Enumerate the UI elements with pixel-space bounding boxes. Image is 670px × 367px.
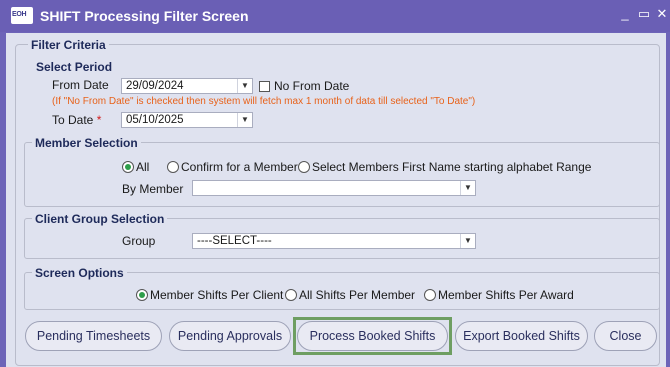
to-date-field[interactable]: 05/10/2025 ▼ [121, 112, 253, 128]
member-option-range-radio[interactable] [298, 161, 310, 173]
to-date-label-text: To Date [52, 113, 94, 127]
select-period-title: Select Period [36, 60, 113, 74]
logo-text: EOH [12, 11, 27, 18]
group-select[interactable]: ----SELECT---- ▼ [192, 233, 476, 249]
screen-option-award-label: Member Shifts Per Award [438, 288, 574, 302]
group-label: Group [122, 234, 156, 248]
by-member-select[interactable]: ▼ [192, 180, 476, 196]
group-value: ----SELECT---- [197, 235, 272, 247]
title-bar[interactable]: EOH SHIFT Processing Filter Screen _ ▭ ✕ [0, 0, 670, 32]
by-member-label: By Member [122, 182, 184, 196]
no-from-date-hint: (If "No From Date" is checked then syste… [52, 96, 476, 107]
required-marker: * [96, 113, 102, 127]
member-option-range-label: Select Members First Name starting alpha… [312, 160, 592, 174]
to-date-value: 05/10/2025 [126, 114, 184, 126]
screen-option-member-radio[interactable] [285, 289, 297, 301]
no-from-date-checkbox[interactable] [259, 81, 270, 92]
chevron-down-icon[interactable]: ▼ [460, 181, 475, 195]
member-selection-title: Member Selection [32, 136, 141, 150]
member-option-all-label: All [136, 160, 150, 174]
chevron-down-icon[interactable]: ▼ [237, 79, 252, 93]
chevron-down-icon[interactable]: ▼ [237, 113, 252, 127]
screen-option-award-radio[interactable] [424, 289, 436, 301]
screen-options-title: Screen Options [32, 266, 127, 280]
member-option-confirm-radio[interactable] [167, 161, 179, 173]
member-selection-group [24, 142, 660, 207]
close-icon[interactable]: ✕ [654, 6, 670, 22]
screen-option-client-label: Member Shifts Per Client [150, 288, 284, 302]
window-title: SHIFT Processing Filter Screen [40, 8, 249, 24]
pending-approvals-button[interactable]: Pending Approvals [169, 321, 291, 351]
minimize-icon[interactable]: _ [617, 6, 633, 21]
app-logo: EOH [11, 7, 33, 24]
process-booked-shifts-button[interactable]: Process Booked Shifts [297, 321, 448, 351]
export-booked-shifts-button[interactable]: Export Booked Shifts [455, 321, 588, 351]
from-date-field[interactable]: 29/09/2024 ▼ [121, 78, 253, 94]
no-from-date-label: No From Date [274, 79, 350, 93]
app-window: EOH SHIFT Processing Filter Screen _ ▭ ✕… [0, 0, 670, 367]
client-group-title: Client Group Selection [32, 212, 168, 226]
member-option-all-radio[interactable] [122, 161, 134, 173]
chevron-down-icon[interactable]: ▼ [460, 234, 475, 248]
to-date-label: To Date * [52, 113, 101, 127]
close-button[interactable]: Close [594, 321, 657, 351]
screen-option-member-label: All Shifts Per Member [299, 288, 416, 302]
maximize-icon[interactable]: ▭ [636, 6, 652, 22]
member-option-confirm-label: Confirm for a Member [181, 160, 298, 174]
from-date-value: 29/09/2024 [126, 80, 184, 92]
filter-criteria-title: Filter Criteria [28, 38, 109, 52]
screen-option-client-radio[interactable] [136, 289, 148, 301]
pending-timesheets-button[interactable]: Pending Timesheets [25, 321, 162, 351]
from-date-label: From Date [52, 78, 109, 92]
